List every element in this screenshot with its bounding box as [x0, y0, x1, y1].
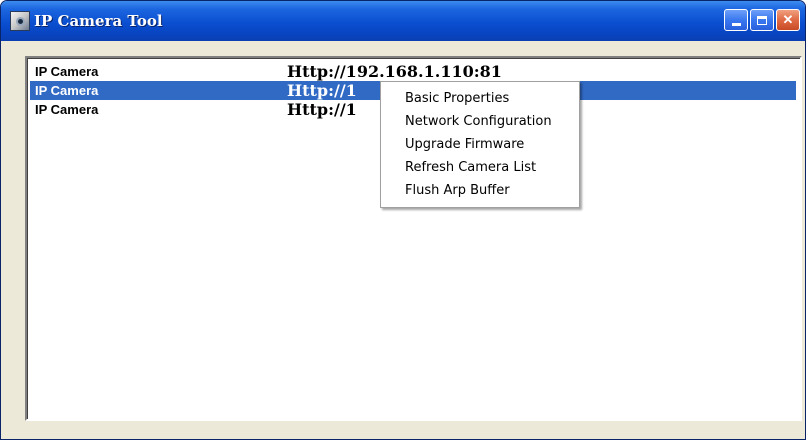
- title-bar[interactable]: IP Camera Tool ✕: [1, 1, 805, 41]
- camera-address: Http://192.168.1.110:81: [287, 62, 502, 81]
- camera-name: IP Camera: [35, 83, 99, 98]
- close-icon: ✕: [782, 12, 794, 27]
- camera-address: Http://1: [287, 100, 357, 119]
- context-menu: Basic Properties Network Configuration U…: [380, 81, 580, 208]
- camera-lens-shape: [16, 17, 25, 26]
- minimize-icon: [731, 22, 741, 26]
- camera-address: Http://1: [287, 81, 357, 100]
- camera-name: IP Camera: [35, 64, 99, 79]
- menu-item-flush-arp-buffer[interactable]: Flush Arp Buffer: [381, 179, 579, 202]
- close-button[interactable]: ✕: [776, 9, 800, 31]
- maximize-icon: [757, 15, 767, 25]
- camera-row[interactable]: IP Camera Http://192.168.1.110:81: [30, 62, 796, 81]
- minimize-button[interactable]: [724, 9, 748, 31]
- maximize-button[interactable]: [750, 9, 774, 31]
- menu-item-upgrade-firmware[interactable]: Upgrade Firmware: [381, 133, 579, 156]
- menu-item-basic-properties[interactable]: Basic Properties: [381, 87, 579, 110]
- window-title: IP Camera Tool: [34, 12, 163, 30]
- menu-item-refresh-camera-list[interactable]: Refresh Camera List: [381, 156, 579, 179]
- ip-camera-tool-window: IP Camera Tool ✕ IP Camera Http://192.16…: [0, 0, 806, 440]
- camera-app-icon[interactable]: [10, 11, 30, 31]
- camera-name: IP Camera: [35, 102, 99, 117]
- title-buttons: ✕: [724, 9, 800, 31]
- menu-item-network-configuration[interactable]: Network Configuration: [381, 110, 579, 133]
